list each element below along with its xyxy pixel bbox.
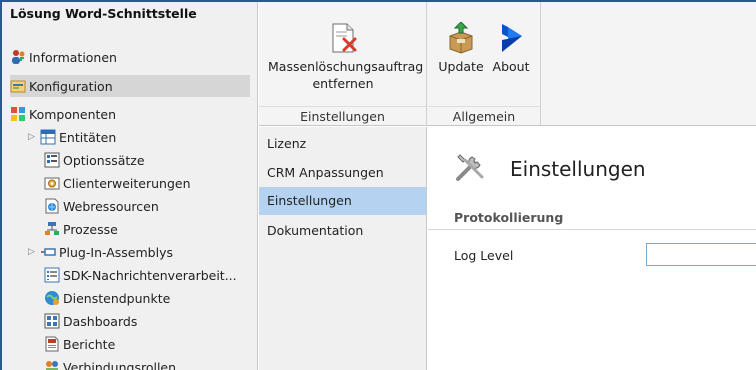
nav-item-label: Verbindungsrollen <box>63 359 177 370</box>
nav-item-plugin-assemblys[interactable]: Plug-In-Assemblys <box>40 241 250 263</box>
nav-item-label: Konfiguration <box>29 78 113 94</box>
nav-item-label: SDK-Nachrichtenverarbeit... <box>63 267 237 283</box>
connection-roles-icon <box>44 359 60 370</box>
nav-item-label: Informationen <box>29 49 117 65</box>
nav-item-optionssaetze[interactable]: Optionssätze <box>44 149 250 171</box>
ribbon-group-einstellungen: Massenlöschungsauftrag entfernen Einstel… <box>259 2 427 126</box>
nav-item-informationen[interactable]: Informationen <box>10 46 256 68</box>
expand-arrow-icon[interactable]: ▷ <box>28 247 35 257</box>
service-endpoints-icon <box>44 290 60 306</box>
dynamics-logo-icon <box>495 22 527 54</box>
nav-item-label: Dienstendpunkte <box>63 290 171 306</box>
plugin-assemblies-icon <box>40 244 56 260</box>
nav-item-label: Clienterweiterungen <box>63 175 191 191</box>
log-level-label: Log Level <box>454 248 514 263</box>
configuration-icon <box>10 78 26 94</box>
nav-item-clienterweiterungen[interactable]: Clienterweiterungen <box>44 172 250 194</box>
nav-item-label: Dashboards <box>63 313 138 329</box>
settings-content: Einstellungen Protokollierung Log Level <box>428 127 756 370</box>
page-title: Einstellungen <box>510 157 646 181</box>
info-people-icon <box>10 49 26 65</box>
solution-nav-pane: Lösung Word-Schnittstelle Informationen … <box>2 2 258 370</box>
nav-item-label: Prozesse <box>63 221 118 237</box>
update-package-icon <box>445 21 477 54</box>
nav-item-label: Entitäten <box>59 129 117 145</box>
optionsets-icon <box>44 152 60 168</box>
expand-arrow-icon[interactable]: ▷ <box>28 132 35 142</box>
client-extensions-icon <box>44 175 60 191</box>
delete-document-icon <box>327 22 359 54</box>
nav-item-dashboards[interactable]: Dashboards <box>44 310 250 332</box>
nav-item-webressourcen[interactable]: Webressourcen <box>44 195 250 217</box>
about-button[interactable]: About <box>488 22 534 75</box>
solution-title: Lösung Word-Schnittstelle <box>10 6 197 21</box>
ribbon-group-allgemein: Update About Allgemein <box>428 2 541 126</box>
entities-icon <box>40 129 56 145</box>
nav-item-dienstendpunkte[interactable]: Dienstendpunkte <box>44 287 250 309</box>
log-level-input[interactable] <box>646 243 756 266</box>
nav-item-label: Plug-In-Assemblys <box>59 244 173 260</box>
settings-subnav: Lizenz CRM Anpassungen Einstellungen Dok… <box>259 127 427 370</box>
nav-item-sdk-nachrichten[interactable]: SDK-Nachrichtenverarbeit... <box>44 264 250 286</box>
ribbon-group-label: Allgemein <box>428 106 540 126</box>
section-title: Protokollierung <box>454 210 564 225</box>
sdk-messages-icon <box>44 267 60 283</box>
button-label: Massenlöschungsauftrag entfernen <box>268 59 424 91</box>
subnav-item-crm-anpassungen[interactable]: CRM Anpassungen <box>259 159 426 187</box>
nav-item-label: Optionssätze <box>63 152 145 168</box>
subnav-item-dokumentation[interactable]: Dokumentation <box>259 217 426 245</box>
nav-item-berichte[interactable]: Berichte <box>44 333 250 355</box>
nav-item-label: Berichte <box>63 336 116 352</box>
web-resources-icon <box>44 198 60 214</box>
ribbon: Massenlöschungsauftrag entfernen Einstel… <box>259 2 756 126</box>
nav-item-label: Webressourcen <box>63 198 159 214</box>
tools-icon <box>452 149 488 185</box>
subnav-item-lizenz[interactable]: Lizenz <box>259 130 426 158</box>
nav-item-komponenten[interactable]: Komponenten <box>10 103 256 125</box>
nav-item-konfiguration[interactable]: Konfiguration <box>10 75 250 97</box>
nav-item-entitaeten[interactable]: Entitäten <box>40 126 250 148</box>
nav-item-prozesse[interactable]: Prozesse <box>44 218 250 240</box>
ribbon-group-label: Einstellungen <box>259 106 426 126</box>
content-header: Einstellungen <box>428 127 756 197</box>
reports-icon <box>44 336 60 352</box>
update-button[interactable]: Update <box>438 21 484 75</box>
processes-icon <box>44 221 60 237</box>
dashboards-icon <box>44 313 60 329</box>
nav-item-verbindungsrollen[interactable]: Verbindungsrollen <box>44 356 250 370</box>
button-label: Update <box>438 59 484 74</box>
button-label: About <box>492 59 530 74</box>
remove-bulk-delete-job-button[interactable]: Massenlöschungsauftrag entfernen <box>267 22 424 92</box>
nav-item-label: Komponenten <box>29 106 117 122</box>
section-header-protokollierung: Protokollierung <box>428 206 756 230</box>
components-icon <box>10 106 26 122</box>
subnav-item-einstellungen[interactable]: Einstellungen <box>259 187 426 215</box>
